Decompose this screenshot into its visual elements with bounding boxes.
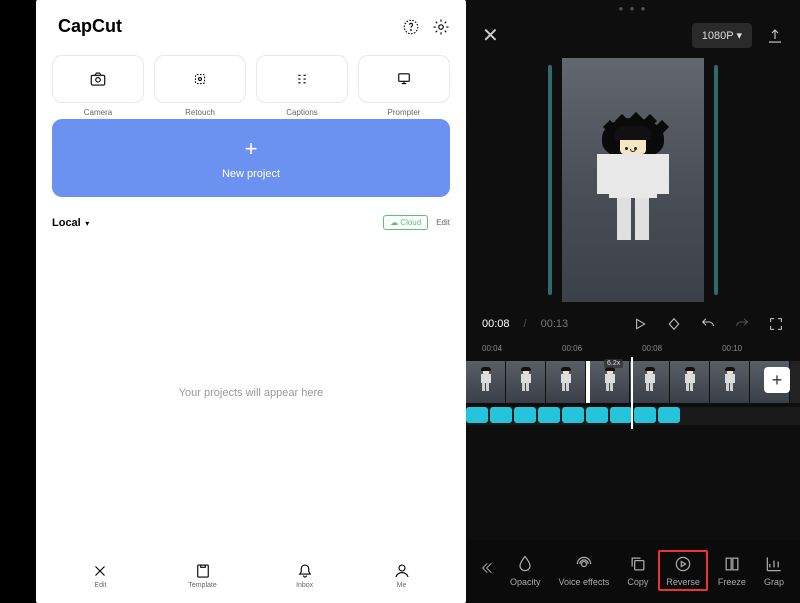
nav-me[interactable]: Me (393, 562, 411, 589)
edit-link[interactable]: Edit (436, 218, 450, 227)
crop-handle-left[interactable] (548, 65, 552, 295)
playhead[interactable] (631, 357, 633, 429)
retouch-icon (191, 70, 209, 88)
plus-icon: + (245, 136, 258, 162)
freeze-icon (722, 554, 742, 574)
nav-template[interactable]: Template (188, 562, 216, 589)
prompter-button[interactable]: Prompter (358, 55, 450, 103)
inbox-nav-icon (296, 562, 314, 580)
captions-button[interactable]: Captions (256, 55, 348, 103)
tool-freeze[interactable]: Freeze (710, 550, 754, 591)
video-track[interactable] (466, 361, 800, 403)
nav-inbox[interactable]: Inbox (296, 562, 314, 589)
cloud-button[interactable]: ☁ Cloud (383, 215, 428, 230)
roblox-character (609, 120, 657, 240)
tool-voice-effects[interactable]: Voice effects (551, 550, 618, 591)
video-preview (466, 52, 800, 308)
tool-copy[interactable]: Copy (619, 550, 656, 591)
tool-reverse[interactable]: Reverse (658, 550, 708, 591)
reverse-icon (673, 554, 693, 574)
template-nav-icon (194, 562, 212, 580)
add-media-button[interactable]: + (764, 367, 790, 393)
fullscreen-button[interactable] (768, 316, 784, 332)
total-time: 00:13 (541, 318, 569, 330)
voice-effects-icon (574, 554, 594, 574)
empty-projects-message: Your projects will appear here (52, 231, 450, 554)
local-dropdown[interactable]: Local ▾ (52, 213, 89, 231)
edit-nav-icon (91, 562, 109, 580)
bottom-nav: Edit Template Inbox Me (52, 554, 450, 603)
resolution-dropdown[interactable]: 1080P ▾ (692, 23, 752, 48)
tool-opacity[interactable]: Opacity (502, 550, 549, 591)
timeline[interactable]: 6.2x + (466, 357, 800, 429)
nav-edit[interactable]: Edit (91, 562, 109, 589)
play-button[interactable] (632, 316, 648, 332)
tool-bar: Opacity Voice effects Copy Reverse Freez… (466, 540, 800, 603)
redo-button[interactable] (734, 316, 750, 332)
me-nav-icon (393, 562, 411, 580)
audio-track[interactable] (466, 407, 800, 425)
help-icon[interactable] (402, 18, 420, 36)
graph-icon (764, 554, 784, 574)
crop-handle-right[interactable] (714, 65, 718, 295)
home-panel: CapCut Camera Retouch Captions Prompter … (36, 0, 466, 603)
home-header: CapCut (52, 16, 450, 37)
chevron-left-icon (478, 560, 494, 576)
new-project-button[interactable]: + New project (52, 119, 450, 197)
drag-handle-icon: ● ● ● (466, 0, 800, 13)
playback-bar: 00:08 / 00:13 (466, 308, 800, 340)
logo: CapCut (52, 16, 122, 37)
preview-frame[interactable] (562, 58, 704, 302)
copy-icon (628, 554, 648, 574)
chevron-down-icon: ▾ (85, 219, 89, 228)
chevron-down-icon: ▾ (736, 30, 742, 42)
camera-button[interactable]: Camera (52, 55, 144, 103)
export-icon[interactable] (766, 27, 784, 45)
editor-panel: ● ● ● ✕ 1080P ▾ (466, 0, 800, 603)
speed-badge: 6.2x (604, 359, 623, 368)
opacity-icon (515, 554, 535, 574)
retouch-button[interactable]: Retouch (154, 55, 246, 103)
captions-icon (293, 70, 311, 88)
tool-graph[interactable]: Grap (756, 550, 792, 591)
cloud-icon: ☁ (390, 218, 398, 227)
camera-icon (89, 70, 107, 88)
logo-text: CapCut (58, 16, 122, 37)
current-time: 00:08 (482, 318, 510, 330)
timeline-ruler: 00:04 00:06 00:08 00:10 (466, 340, 800, 357)
close-button[interactable]: ✕ (482, 23, 499, 48)
quick-actions: Camera Retouch Captions Prompter (52, 55, 450, 103)
prompter-icon (395, 70, 413, 88)
tool-scroll-left[interactable] (472, 560, 500, 581)
keyframe-button[interactable] (666, 316, 682, 332)
undo-button[interactable] (700, 316, 716, 332)
settings-icon[interactable] (432, 18, 450, 36)
